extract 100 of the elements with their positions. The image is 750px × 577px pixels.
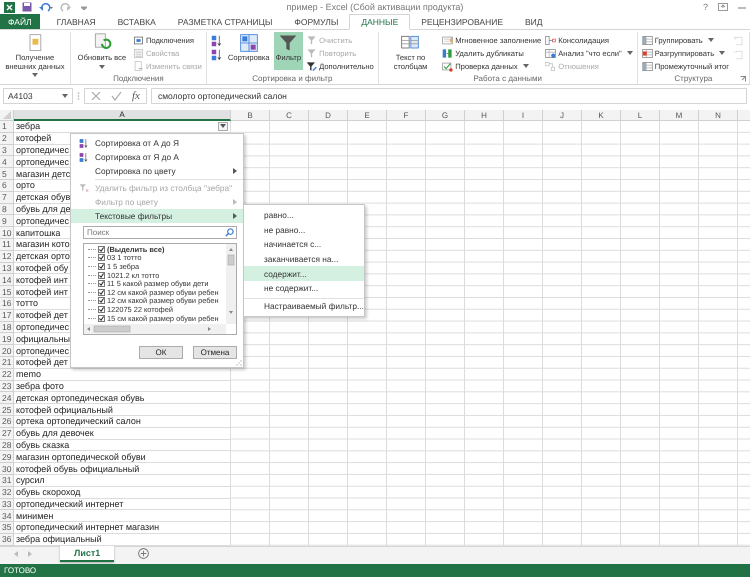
row-number[interactable]: 7 bbox=[0, 192, 14, 204]
row-number[interactable]: 23 bbox=[0, 380, 14, 392]
enter-icon[interactable] bbox=[111, 91, 122, 101]
row-number[interactable]: 15 bbox=[0, 286, 14, 298]
cell-value: магазин детс bbox=[16, 168, 70, 179]
checkbox[interactable] bbox=[98, 280, 105, 288]
row-number[interactable]: 29 bbox=[0, 451, 14, 464]
ribbon-options-icon[interactable] bbox=[718, 3, 728, 11]
row-number[interactable]: 4 bbox=[0, 156, 14, 168]
row-number[interactable]: 33 bbox=[0, 498, 14, 510]
dialog-launcher-icon[interactable] bbox=[740, 76, 746, 82]
row-number[interactable]: 13 bbox=[0, 262, 14, 274]
group-label: Работа с данными bbox=[473, 73, 542, 84]
resize-grip-icon[interactable] bbox=[236, 360, 242, 366]
row-number[interactable]: 19 bbox=[0, 333, 14, 346]
cell-value: магазин ортопедической обуви bbox=[16, 452, 146, 462]
cancel-button[interactable]: Отмена bbox=[193, 346, 237, 359]
row-number[interactable]: 1 bbox=[0, 121, 14, 133]
row-number[interactable]: 35 bbox=[0, 522, 14, 534]
menu-item[interactable]: содержит... bbox=[244, 266, 364, 281]
document-icon bbox=[132, 60, 144, 72]
menu-item[interactable]: не равно... bbox=[244, 222, 364, 238]
caret-icon bbox=[719, 51, 726, 55]
ribbon-tab[interactable]: ФАЙЛ bbox=[0, 14, 40, 29]
menu-item[interactable]: Сортировка от Я до А bbox=[71, 150, 243, 164]
row-number[interactable]: 26 bbox=[0, 416, 14, 428]
search-field[interactable]: Поиск bbox=[83, 226, 237, 239]
row-number[interactable]: 28 bbox=[0, 440, 14, 452]
row-number[interactable]: 24 bbox=[0, 392, 14, 404]
menu-item[interactable]: Настраиваемый фильтр... bbox=[244, 298, 364, 314]
sort-icon[interactable] bbox=[210, 48, 223, 60]
row-number[interactable]: 27 bbox=[0, 428, 14, 440]
column-header[interactable]: A bbox=[14, 110, 231, 121]
row-number[interactable]: 36 bbox=[0, 534, 14, 546]
menu-item[interactable]: заканчивается на... bbox=[244, 252, 364, 266]
menu-item[interactable]: начинается с... bbox=[244, 237, 364, 252]
undo-icon[interactable] bbox=[39, 2, 53, 12]
ribbon-tab[interactable]: ГЛАВНАЯ bbox=[46, 14, 107, 29]
outline-grid-icon bbox=[642, 60, 653, 72]
menu-item[interactable]: не содержит... bbox=[244, 280, 364, 296]
checkbox[interactable] bbox=[98, 314, 105, 322]
clear-filter-icon bbox=[79, 183, 89, 193]
row-number[interactable]: 12 bbox=[0, 250, 14, 263]
row-number[interactable]: 5 bbox=[0, 168, 14, 180]
window-title: пример - Excel (Сбой активации продукта) bbox=[286, 2, 464, 12]
row-number[interactable]: 18 bbox=[0, 322, 14, 334]
scrollbar-icon[interactable] bbox=[86, 325, 212, 333]
row-number[interactable]: 14 bbox=[0, 274, 14, 286]
caret-icon bbox=[98, 64, 105, 69]
save-icon[interactable] bbox=[22, 2, 32, 12]
scrollbar-icon[interactable] bbox=[227, 246, 235, 316]
row-number[interactable]: 31 bbox=[0, 474, 14, 487]
menu-item[interactable]: Сортировка от А до Я bbox=[71, 136, 243, 150]
sheet-tab[interactable]: Лист1 bbox=[60, 546, 114, 562]
row-number[interactable]: 30 bbox=[0, 463, 14, 475]
ok-button[interactable]: ОК bbox=[139, 346, 183, 359]
cell-value: минимен bbox=[16, 510, 54, 521]
row-number[interactable]: 9 bbox=[0, 215, 14, 228]
row-number[interactable]: 2 bbox=[0, 132, 14, 145]
ribbon-tab[interactable]: РЕЦЕНЗИРОВАНИЕ bbox=[410, 14, 514, 29]
formula-field[interactable]: смолорто ортопедический салон bbox=[150, 88, 747, 104]
ribbon-tab[interactable]: РАЗМЕТКА СТРАНИЦЫ bbox=[166, 14, 284, 29]
row-number[interactable]: 8 bbox=[0, 204, 14, 216]
cell-value: зебра bbox=[16, 121, 40, 132]
row-number[interactable]: 16 bbox=[0, 298, 14, 310]
ribbon-tab[interactable]: ДАННЫЕ bbox=[349, 14, 410, 30]
sort-icon[interactable] bbox=[210, 34, 223, 46]
row-number[interactable]: 34 bbox=[0, 510, 14, 522]
menu-item[interactable]: Сортировка по цвету bbox=[71, 164, 243, 178]
ribbon-tab[interactable]: ВСТАВКА bbox=[106, 14, 167, 29]
row-number[interactable]: 17 bbox=[0, 310, 14, 322]
insert-function-button[interactable]: fx bbox=[132, 90, 140, 102]
checkbox[interactable] bbox=[98, 297, 105, 304]
filter-dropdown-button[interactable] bbox=[218, 122, 228, 131]
connection-icon bbox=[132, 34, 144, 46]
checkbox[interactable] bbox=[98, 246, 105, 253]
menu-item[interactable]: Текстовые фильтры bbox=[71, 209, 243, 223]
checkbox[interactable] bbox=[98, 306, 105, 313]
row-number[interactable]: 20 bbox=[0, 345, 14, 357]
menu-item[interactable]: равно... bbox=[244, 208, 364, 223]
new-sheet-icon[interactable] bbox=[138, 548, 150, 560]
row-number[interactable]: 11 bbox=[0, 238, 14, 251]
row-number[interactable]: 21 bbox=[0, 356, 14, 369]
checkbox[interactable] bbox=[98, 262, 105, 270]
row-number[interactable]: 6 bbox=[0, 180, 14, 192]
cancel-icon[interactable] bbox=[91, 91, 101, 101]
row-number[interactable]: 32 bbox=[0, 486, 14, 498]
ribbon-tab[interactable]: ФОРМУЛЫ bbox=[283, 14, 350, 29]
help-button[interactable]: ? bbox=[702, 2, 708, 12]
checkbox[interactable] bbox=[98, 254, 105, 262]
row-number[interactable]: 3 bbox=[0, 144, 14, 156]
row-number[interactable]: 10 bbox=[0, 227, 14, 239]
customize-icon[interactable] bbox=[81, 4, 87, 10]
row-number[interactable]: 25 bbox=[0, 404, 14, 416]
columns-icon bbox=[442, 48, 454, 58]
checkbox[interactable] bbox=[98, 272, 105, 279]
row-number[interactable]: 22 bbox=[0, 368, 14, 381]
ribbon-tab[interactable]: ВИД bbox=[514, 14, 554, 29]
checkbox[interactable] bbox=[98, 288, 105, 296]
name-box[interactable]: A4103 bbox=[3, 88, 73, 104]
